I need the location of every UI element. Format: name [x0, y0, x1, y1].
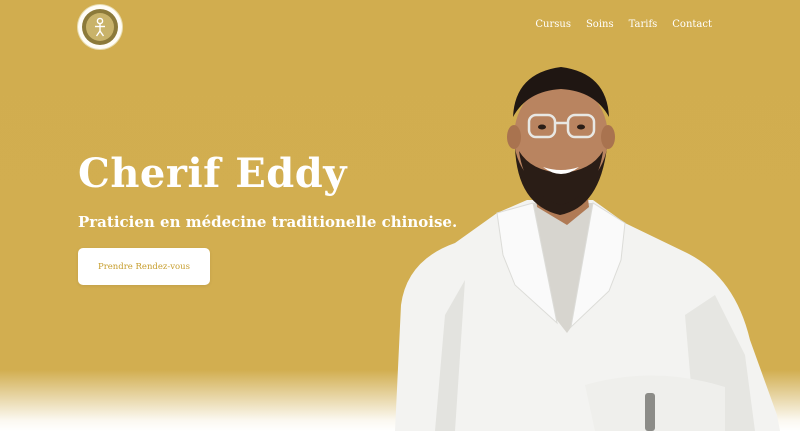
site-logo[interactable] [78, 5, 122, 49]
nav-link-cursus[interactable]: Cursus [535, 19, 571, 30]
practitioner-portrait [395, 67, 780, 431]
hero-title: Cherif Eddy [78, 150, 347, 197]
nav-link-soins[interactable]: Soins [586, 19, 614, 30]
nav-link-contact[interactable]: Contact [672, 19, 712, 30]
book-appointment-button[interactable]: Prendre Rendez-vous [78, 248, 210, 285]
acupuncture-figure-icon [95, 17, 105, 37]
nav-link-tarifs[interactable]: Tarifs [629, 19, 658, 30]
main-nav: Cursus Soins Tarifs Contact [535, 19, 712, 30]
